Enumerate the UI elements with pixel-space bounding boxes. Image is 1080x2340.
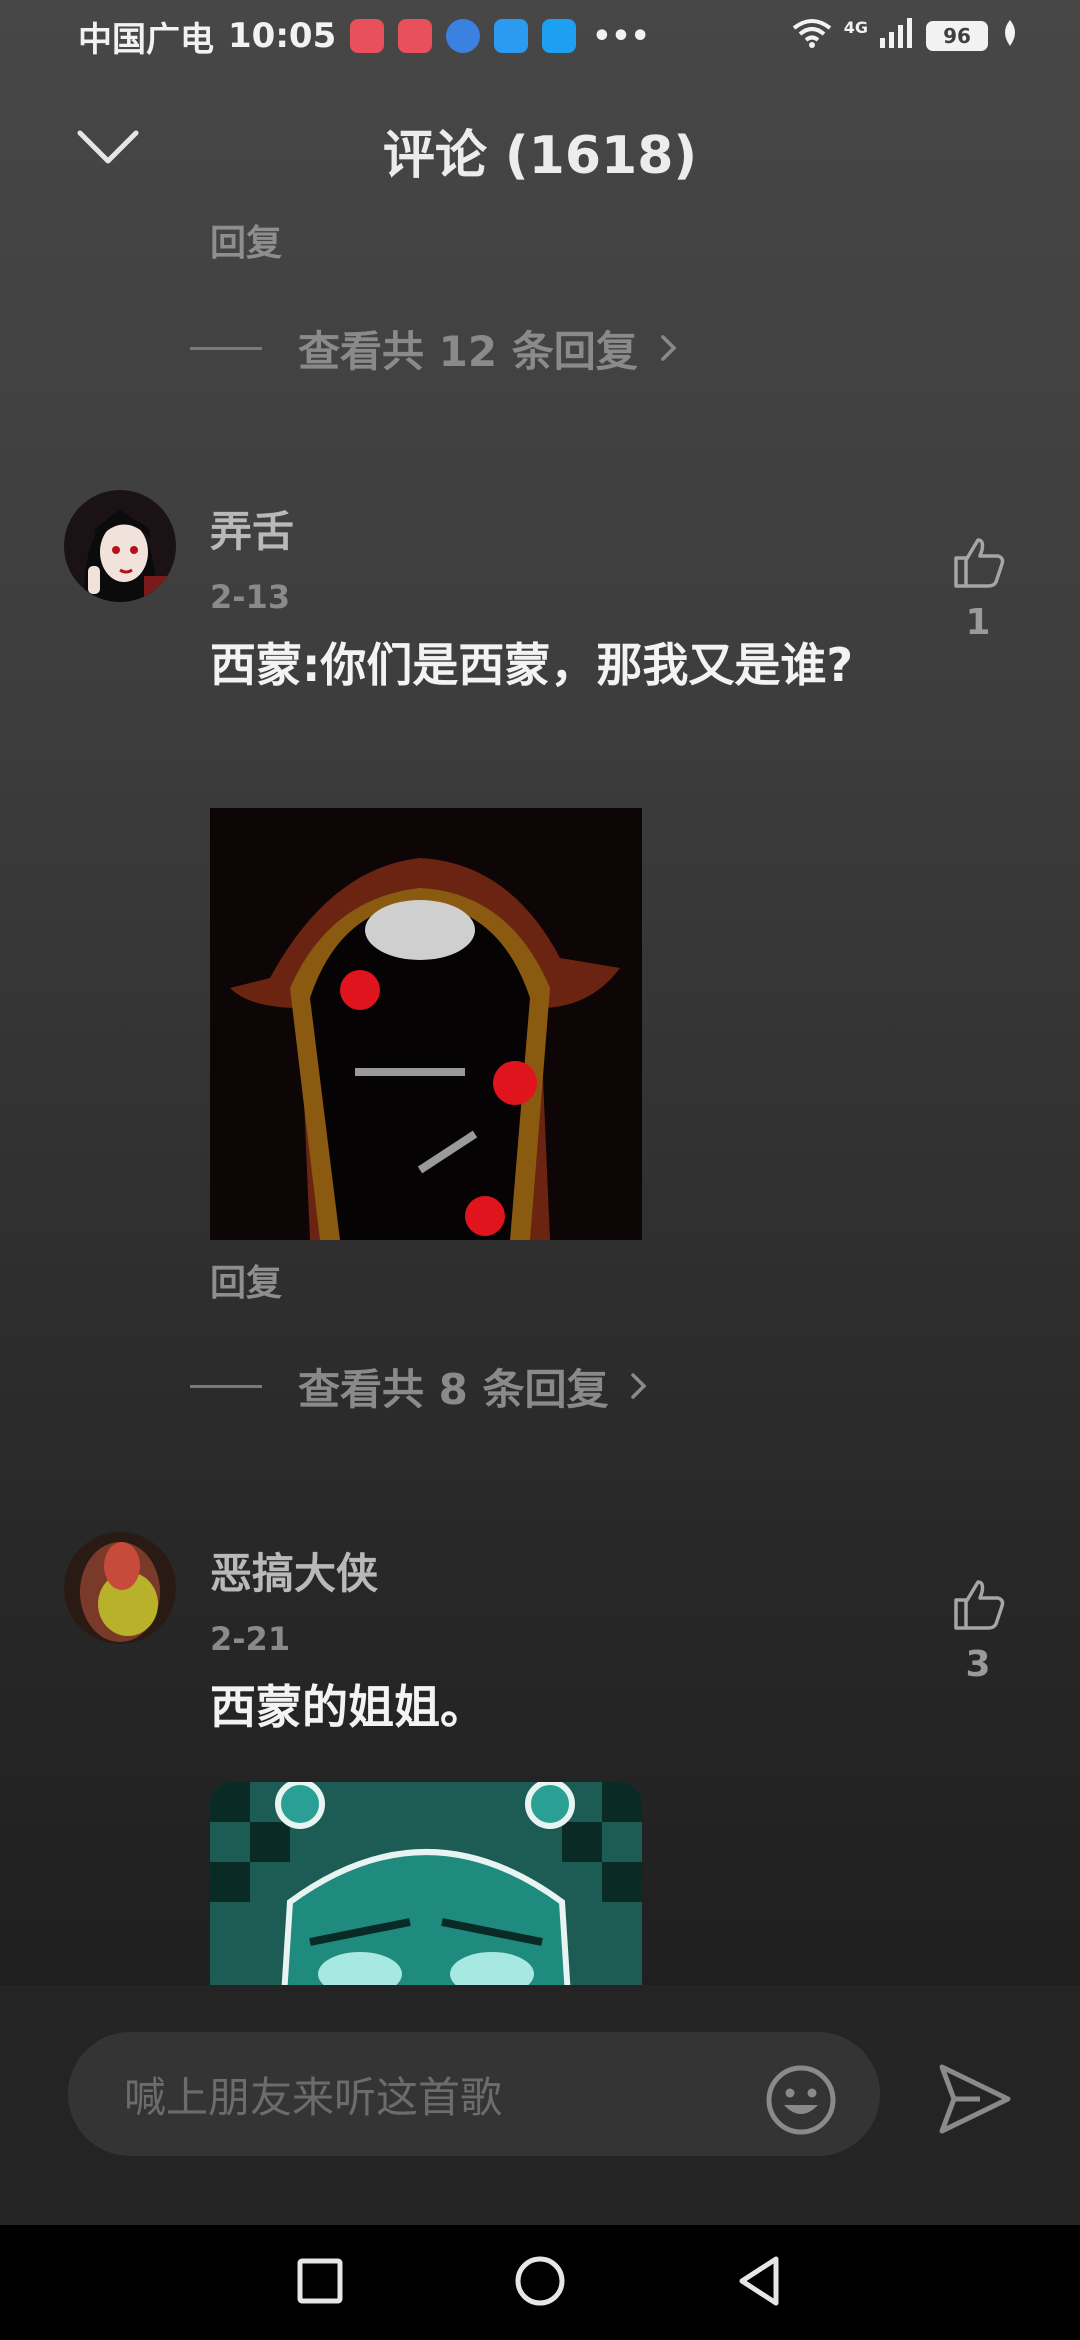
send-button[interactable] (936, 2059, 1016, 2139)
circle-icon (514, 2255, 566, 2311)
comment-input-placeholder: 喊上朋友来听这首歌 (124, 2072, 503, 2122)
chevron-down-icon (76, 129, 140, 171)
recents-button[interactable] (290, 2253, 350, 2313)
thumbs-up-icon (950, 1576, 1006, 1636)
emoji-button[interactable] (764, 2063, 838, 2137)
triangle-back-icon (736, 2255, 784, 2311)
comment-input-bar: 喊上朋友来听这首歌 (0, 1985, 1080, 2225)
comment-image[interactable] (210, 1782, 642, 1985)
like-count: 1 (965, 602, 991, 643)
battery-indicator: 96 (926, 21, 988, 51)
like-count: 3 (965, 1644, 991, 1685)
reply-button[interactable]: 回复 (210, 214, 282, 266)
comment-username[interactable]: 弄舌 (210, 498, 294, 559)
view-replies-label: 查看共 8 条回复 (298, 1365, 609, 1414)
divider (190, 347, 262, 350)
comment-image[interactable] (210, 808, 642, 1240)
comments-header: 评论 (1618) (0, 100, 1080, 200)
comment-date: 2-13 (210, 578, 291, 616)
page-title: 评论 (1618) (382, 125, 698, 186)
like-button[interactable]: 3 (940, 1576, 1016, 1686)
clock: 10:05 (228, 16, 337, 56)
wifi-icon (792, 18, 832, 54)
more-notifications-icon: ••• (592, 18, 650, 54)
chevron-right-icon (630, 1362, 648, 1411)
comment-date: 2-21 (210, 1620, 291, 1658)
avatar[interactable] (64, 490, 176, 602)
search-notification-icon (542, 19, 577, 53)
view-replies-button[interactable]: 查看共 8 条回复 (190, 1356, 648, 1417)
send-icon (936, 2064, 1016, 2143)
avatar[interactable] (64, 1532, 176, 1644)
chevron-right-icon (660, 324, 678, 373)
square-icon (297, 2258, 343, 2308)
like-button[interactable]: 1 (940, 534, 1016, 644)
thumbs-up-icon (950, 534, 1006, 594)
divider (190, 1385, 262, 1388)
leaf-icon (1000, 18, 1020, 54)
home-button[interactable] (510, 2253, 570, 2313)
comment-username[interactable]: 恶搞大侠 (210, 1540, 378, 1601)
signal-icon (880, 18, 914, 54)
status-bar: 中国广电 10:05 ••• 4G 96 (0, 0, 1080, 72)
carrier-label: 中国广电 (78, 19, 214, 60)
comment-list[interactable]: 回复 查看共 12 条回复 弄舌 2-13 1 西蒙:你们是西蒙，那我又是谁? … (0, 200, 1080, 1985)
view-replies-button[interactable]: 查看共 12 条回复 (190, 318, 678, 379)
comment-input[interactable]: 喊上朋友来听这首歌 (68, 2032, 880, 2156)
huawei-notification-icon (350, 19, 385, 53)
comment-text: 西蒙:你们是西蒙，那我又是谁? (210, 638, 854, 692)
reply-button[interactable]: 回复 (210, 1254, 282, 1306)
back-button[interactable] (730, 2253, 790, 2313)
browser-notification-icon (446, 19, 481, 53)
weibo-notification-icon (494, 19, 529, 53)
huawei-notification-icon (398, 19, 433, 53)
comment-text: 西蒙的姐姐。 (210, 1680, 486, 1734)
network-type-label: 4G (843, 18, 868, 37)
system-nav-bar (0, 2225, 1080, 2340)
view-replies-label: 查看共 12 条回复 (298, 327, 638, 376)
emoji-icon (764, 2065, 838, 2141)
collapse-button[interactable] (70, 120, 146, 180)
